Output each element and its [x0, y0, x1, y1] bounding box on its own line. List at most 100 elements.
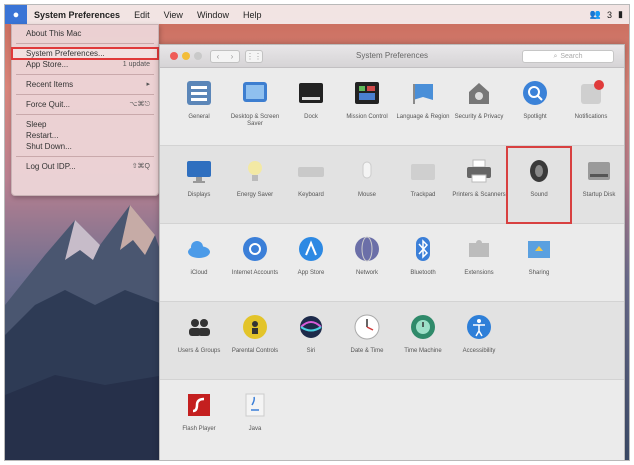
display-icon: [187, 161, 211, 183]
pref-java[interactable]: Java: [226, 380, 284, 458]
pref-label: Flash Player: [182, 426, 216, 432]
pref-label: Mission Control: [346, 114, 388, 120]
pref-date-time[interactable]: Date & Time: [338, 302, 396, 380]
accessibility-icon: [467, 315, 491, 339]
flag-icon: [413, 84, 433, 104]
pref-extensions[interactable]: Extensions: [450, 224, 508, 302]
menu-item-force-quit[interactable]: Force Quit... ⌥⌘⎋: [12, 99, 158, 110]
app-store-icon: [299, 237, 323, 261]
back-arrow-icon[interactable]: ‹: [217, 52, 220, 61]
pref-label: Extensions: [464, 270, 494, 276]
pref-startup-disk[interactable]: Startup Disk: [570, 146, 628, 224]
menu-item-sleep[interactable]: Sleep: [12, 119, 158, 130]
close-window-button[interactable]: [170, 52, 178, 60]
menu-item-log-out[interactable]: Log Out IDP... ⇧⌘Q: [12, 161, 158, 172]
pref-energy-saver[interactable]: Energy Saver: [226, 146, 284, 224]
general-icon: [187, 81, 211, 105]
pref-bluetooth[interactable]: Bluetooth: [394, 224, 452, 302]
menu-edit[interactable]: Edit: [134, 10, 150, 20]
menu-item-about-this-mac[interactable]: About This Mac: [12, 28, 158, 39]
menu-item-app-store[interactable]: App Store... 1 update: [12, 59, 158, 70]
sharing-folder-icon: [528, 241, 550, 258]
battery-icon[interactable]: ▮: [618, 9, 623, 20]
system-preferences-window: ‹ › ⋮⋮ System Preferences ⌕ Search Gener…: [159, 44, 625, 460]
pref-notifications[interactable]: Notifications: [562, 68, 620, 146]
people-icon[interactable]: 👥: [590, 9, 601, 20]
pref-security-privacy[interactable]: Security & Privacy: [450, 68, 508, 146]
menu-separator: [16, 114, 154, 115]
pref-general[interactable]: General: [170, 68, 228, 146]
pref-label: Accessibility: [462, 348, 496, 354]
pref-language-region[interactable]: Language & Region: [394, 68, 452, 146]
preferences-row-other: Flash Player Java: [160, 380, 624, 458]
pref-label: Time Machine: [404, 348, 442, 354]
pref-app-store[interactable]: App Store: [282, 224, 340, 302]
pref-dock[interactable]: Dock: [282, 68, 340, 146]
menu-item-shut-down[interactable]: Shut Down...: [12, 141, 158, 152]
pref-spotlight[interactable]: Spotlight: [506, 68, 564, 146]
pref-displays[interactable]: Displays: [170, 146, 228, 224]
pref-printers-scanners[interactable]: Printers & Scanners: [450, 146, 508, 224]
at-sign-icon: [243, 237, 267, 261]
menu-item-label: Shut Down...: [26, 142, 72, 151]
puzzle-icon: [469, 240, 489, 257]
pref-time-machine[interactable]: Time Machine: [394, 302, 452, 380]
speaker-icon: [530, 160, 548, 182]
menu-view[interactable]: View: [164, 10, 183, 20]
screenshot-frame: ● System Preferences Edit View Window He…: [4, 4, 630, 461]
pref-label: Printers & Scanners: [452, 192, 506, 198]
menu-separator: [16, 94, 154, 95]
window-titlebar: ‹ › ⋮⋮ System Preferences ⌕ Search: [160, 45, 624, 68]
pref-sound[interactable]: Sound: [506, 146, 572, 224]
menu-item-label: App Store...: [26, 60, 69, 69]
pref-sharing[interactable]: Sharing: [506, 224, 572, 302]
show-all-button[interactable]: ⋮⋮: [245, 49, 263, 63]
menu-help[interactable]: Help: [243, 10, 262, 20]
submenu-arrow-icon: ▸: [146, 81, 150, 88]
menu-item-recent-items[interactable]: Recent Items ▸: [12, 79, 158, 90]
parental-controls-icon: [243, 315, 267, 339]
app-menu-title[interactable]: System Preferences: [34, 10, 120, 20]
pref-siri[interactable]: Siri: [282, 302, 340, 380]
flash-player-icon: [188, 394, 210, 416]
pref-flash-player[interactable]: Flash Player: [170, 380, 228, 458]
pref-label: Language & Region: [396, 114, 450, 120]
menu-item-restart[interactable]: Restart...: [12, 130, 158, 141]
pref-label: Trackpad: [410, 192, 436, 198]
pref-label: Notifications: [574, 114, 608, 120]
apple-menu-button[interactable]: ●: [5, 5, 27, 24]
menu-window[interactable]: Window: [197, 10, 229, 20]
pref-users-groups[interactable]: Users & Groups: [170, 302, 228, 380]
minimize-window-button[interactable]: [182, 52, 190, 60]
clock-icon: [354, 314, 380, 340]
back-forward-buttons[interactable]: ‹ ›: [210, 49, 240, 63]
forward-arrow-icon[interactable]: ›: [231, 52, 234, 61]
disk-icon: [588, 162, 610, 180]
preferences-row-hardware: Displays Energy Saver Keyboard Mouse Tra…: [160, 146, 624, 224]
zoom-window-button[interactable]: [194, 52, 202, 60]
menu-item-system-preferences[interactable]: System Preferences...: [11, 47, 159, 60]
pref-desktop-screen-saver[interactable]: Desktop & Screen Saver: [226, 68, 284, 146]
pref-label: Users & Groups: [177, 348, 221, 354]
menu-item-shortcut: ⌥⌘⎋: [129, 101, 150, 108]
pref-label: Internet Accounts: [231, 270, 279, 276]
dock-icon: [299, 83, 323, 103]
grid-icon: ⋮⋮: [246, 51, 262, 61]
menu-item-label: Log Out IDP...: [26, 162, 76, 171]
search-field[interactable]: ⌕ Search: [522, 50, 614, 63]
pref-icloud[interactable]: iCloud: [170, 224, 228, 302]
pref-mission-control[interactable]: Mission Control: [338, 68, 396, 146]
pref-label: Sharing: [528, 270, 550, 276]
pref-network[interactable]: Network: [338, 224, 396, 302]
pref-keyboard[interactable]: Keyboard: [282, 146, 340, 224]
menu-item-shortcut: ⇧⌘Q: [131, 163, 150, 170]
pref-mouse[interactable]: Mouse: [338, 146, 396, 224]
pref-label: Security & Privacy: [454, 114, 504, 120]
menu-separator: [16, 43, 154, 44]
pref-trackpad[interactable]: Trackpad: [394, 146, 452, 224]
pref-label: Java: [248, 426, 262, 432]
notifications-icon: [581, 80, 604, 104]
pref-internet-accounts[interactable]: Internet Accounts: [226, 224, 284, 302]
pref-accessibility[interactable]: Accessibility: [450, 302, 508, 380]
pref-parental-controls[interactable]: Parental Controls: [226, 302, 284, 380]
